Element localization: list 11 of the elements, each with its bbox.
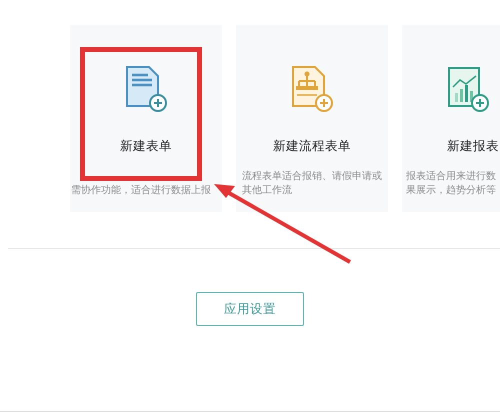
chart-document-icon <box>446 65 490 113</box>
document-add-icon <box>124 65 168 113</box>
card-description: 报表适合用来进行数 <box>406 170 496 184</box>
card-description: 需协作功能，适合进行数据上报 <box>71 184 211 198</box>
card-title[interactable]: 新建流程表单 <box>273 137 351 156</box>
card-description: 流程表单适合报销、请假申请或 <box>242 170 382 184</box>
flowchart-document-icon <box>290 65 334 113</box>
card-description: 其他工作流 <box>242 184 293 198</box>
card-description: 果展示，趋势分析等 <box>406 184 496 198</box>
card-title[interactable]: 新建报表 <box>447 137 499 156</box>
card-title[interactable]: 新建表单 <box>120 137 172 156</box>
